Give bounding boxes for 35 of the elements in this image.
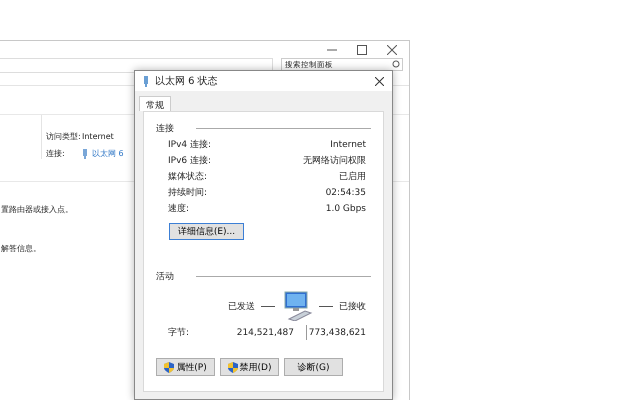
tab[interactable]: 常规 (139, 96, 171, 111)
property-value: 无网络访问权限 (303, 156, 366, 167)
connection-link[interactable]: 以太网 6 (92, 148, 124, 159)
property-label: 持续时间: (168, 188, 208, 199)
access-type-label: 访问类型: (46, 131, 82, 142)
section-heading: 活动 (156, 270, 174, 283)
dialog-button[interactable]: 诊断(G) (284, 358, 343, 376)
details-button[interactable]: 详细信息(E)... (169, 223, 244, 240)
dialog-button[interactable]: 禁用(D) (220, 358, 279, 376)
property-value: 已启用 (339, 172, 366, 183)
dialog-title: 以太网 6 状态 (155, 74, 219, 88)
bytes-label: 字节: (167, 326, 190, 339)
maximize-icon[interactable] (357, 45, 367, 55)
property-label: IPv4 连接: (168, 140, 212, 151)
section-heading: 连接 (156, 122, 174, 135)
close-icon[interactable] (375, 76, 384, 86)
property-label: 媒体状态: (168, 172, 208, 183)
bytes-received: 773,438,621 (308, 328, 366, 338)
ethernet-icon (82, 148, 88, 158)
search-icon[interactable] (392, 60, 400, 68)
text-line: 置路由器或接入点。 (0, 204, 73, 215)
property-label: IPv6 连接: (168, 156, 212, 167)
close-icon[interactable] (387, 45, 397, 55)
bytes-sent: 214,521,487 (236, 328, 294, 338)
connection-label: 连接: (46, 148, 66, 159)
property-value: 02:54:35 (326, 188, 366, 199)
received-label: 已接收 (339, 300, 366, 312)
access-type-value: Internet (82, 132, 114, 141)
property-value: Internet (330, 140, 366, 151)
sent-label: 已发送 (228, 300, 255, 312)
property-value: 1.0 Gbps (326, 204, 366, 215)
property-label: 速度: (168, 204, 190, 215)
text-line: 解答信息。 (0, 243, 41, 254)
dialog-button[interactable]: 属性(P) (156, 358, 215, 376)
ethernet-icon (143, 76, 149, 86)
